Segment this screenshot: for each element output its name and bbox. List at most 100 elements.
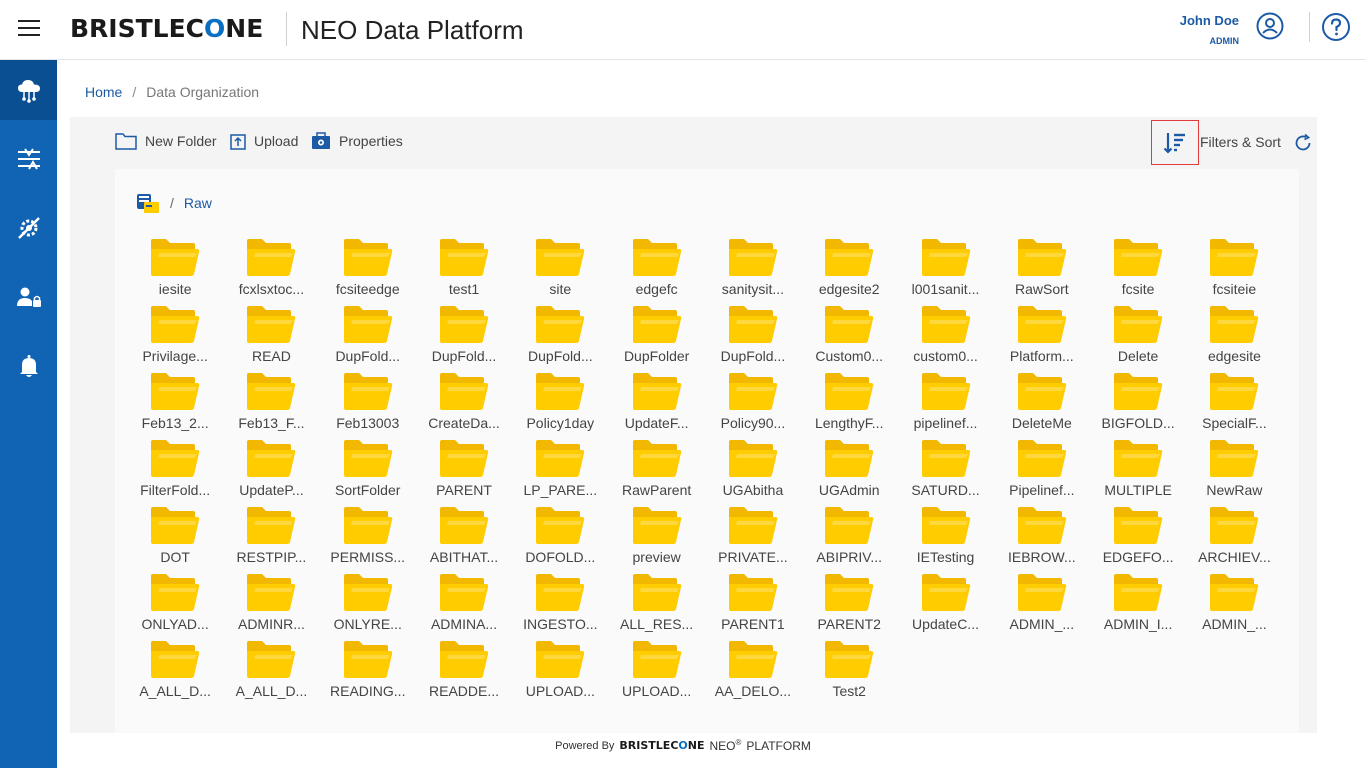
- folder-item[interactable]: l001sanit...: [897, 237, 993, 304]
- folder-item[interactable]: UpdateP...: [223, 438, 319, 505]
- sidebar-item-pipelines[interactable]: [0, 129, 57, 189]
- folder-item[interactable]: PARENT1: [705, 572, 801, 639]
- folder-item[interactable]: fcsiteie: [1186, 237, 1282, 304]
- folder-icon: [825, 440, 874, 477]
- folder-item[interactable]: ADMIN_...: [1186, 572, 1282, 639]
- folder-item[interactable]: READ: [223, 304, 319, 371]
- storage-raw-icon: [137, 194, 159, 213]
- folder-item[interactable]: PARENT2: [801, 572, 897, 639]
- folder-item[interactable]: PARENT: [416, 438, 512, 505]
- folder-item[interactable]: pipelinef...: [897, 371, 993, 438]
- user-circle-icon[interactable]: [1256, 12, 1284, 40]
- folder-item[interactable]: UpdateC...: [897, 572, 993, 639]
- folder-item[interactable]: LP_PARE...: [512, 438, 608, 505]
- folder-icon: [1017, 373, 1067, 410]
- folder-item[interactable]: SpecialF...: [1186, 371, 1282, 438]
- folder-item[interactable]: IEBROW...: [994, 505, 1090, 572]
- folder-item[interactable]: ALL_RES...: [608, 572, 704, 639]
- path-raw[interactable]: Raw: [184, 195, 212, 211]
- folder-item[interactable]: test1: [416, 237, 512, 304]
- folder-item[interactable]: ABIPRIV...: [801, 505, 897, 572]
- folder-item[interactable]: fcxlsxtoc...: [223, 237, 319, 304]
- new-folder-button[interactable]: New Folder: [115, 132, 217, 150]
- folder-item[interactable]: A_ALL_D...: [223, 639, 319, 706]
- folder-item[interactable]: DupFold...: [705, 304, 801, 371]
- folder-item[interactable]: ADMINA...: [416, 572, 512, 639]
- folder-item[interactable]: READDE...: [416, 639, 512, 706]
- folder-item[interactable]: UGAbitha: [705, 438, 801, 505]
- breadcrumb-home[interactable]: Home: [85, 84, 122, 100]
- folder-item[interactable]: edgesite: [1186, 304, 1282, 371]
- folder-item[interactable]: FilterFold...: [127, 438, 223, 505]
- folder-item[interactable]: CreateDa...: [416, 371, 512, 438]
- folder-item[interactable]: edgefc: [608, 237, 704, 304]
- folder-item[interactable]: ADMINR...: [223, 572, 319, 639]
- folder-item[interactable]: sanitysit...: [705, 237, 801, 304]
- folder-item[interactable]: edgesite2: [801, 237, 897, 304]
- properties-button[interactable]: Properties: [311, 132, 403, 150]
- folder-item[interactable]: DupFold...: [320, 304, 416, 371]
- folder-item[interactable]: A_ALL_D...: [127, 639, 223, 706]
- folder-item[interactable]: SortFolder: [320, 438, 416, 505]
- folder-item[interactable]: INGESTO...: [512, 572, 608, 639]
- folder-item[interactable]: Policy90...: [705, 371, 801, 438]
- folder-item[interactable]: DOFOLD...: [512, 505, 608, 572]
- folder-item[interactable]: ARCHIEV...: [1186, 505, 1282, 572]
- sidebar-item-notifications[interactable]: [0, 336, 57, 396]
- filters-sort-button[interactable]: Filters & Sort: [1200, 134, 1281, 150]
- folder-item[interactable]: SATURD...: [897, 438, 993, 505]
- menu-icon[interactable]: [18, 20, 42, 40]
- folder-item[interactable]: PRIVATE...: [705, 505, 801, 572]
- sidebar-item-user-admin[interactable]: [0, 267, 57, 327]
- folder-item[interactable]: DeleteMe: [994, 371, 1090, 438]
- folder-item[interactable]: UPLOAD...: [512, 639, 608, 706]
- folder-item[interactable]: site: [512, 237, 608, 304]
- folder-item[interactable]: LengthyF...: [801, 371, 897, 438]
- folder-item[interactable]: DupFold...: [416, 304, 512, 371]
- folder-item[interactable]: Feb13_F...: [223, 371, 319, 438]
- sidebar-item-data[interactable]: [0, 60, 57, 120]
- folder-item[interactable]: BIGFOLD...: [1090, 371, 1186, 438]
- upload-button[interactable]: Upload: [230, 132, 298, 150]
- folder-item[interactable]: ABITHAT...: [416, 505, 512, 572]
- folder-item[interactable]: NewRaw: [1186, 438, 1282, 505]
- folder-item[interactable]: Feb13003: [320, 371, 416, 438]
- refresh-icon[interactable]: [1293, 133, 1313, 153]
- folder-item[interactable]: READING...: [320, 639, 416, 706]
- folder-item[interactable]: iesite: [127, 237, 223, 304]
- folder-item[interactable]: AA_DELO...: [705, 639, 801, 706]
- folder-item[interactable]: Test2: [801, 639, 897, 706]
- folder-icon: [440, 239, 489, 276]
- folder-item[interactable]: Delete: [1090, 304, 1186, 371]
- folder-item[interactable]: MULTIPLE: [1090, 438, 1186, 505]
- folder-item[interactable]: PERMISS...: [320, 505, 416, 572]
- folder-item[interactable]: RawParent: [608, 438, 704, 505]
- folder-item[interactable]: ONLYRE...: [320, 572, 416, 639]
- folder-item[interactable]: ADMIN_...: [994, 572, 1090, 639]
- folder-item[interactable]: preview: [608, 505, 704, 572]
- folder-item[interactable]: UPLOAD...: [608, 639, 704, 706]
- folder-item[interactable]: Pipelinef...: [994, 438, 1090, 505]
- folder-item[interactable]: IETesting: [897, 505, 993, 572]
- folder-item[interactable]: ONLYAD...: [127, 572, 223, 639]
- folder-item[interactable]: UpdateF...: [608, 371, 704, 438]
- folder-item[interactable]: EDGEFO...: [1090, 505, 1186, 572]
- folder-item[interactable]: DupFolder: [608, 304, 704, 371]
- folder-item[interactable]: UGAdmin: [801, 438, 897, 505]
- folder-item[interactable]: DupFold...: [512, 304, 608, 371]
- folder-item[interactable]: Privilage...: [127, 304, 223, 371]
- folder-item[interactable]: Feb13_2...: [127, 371, 223, 438]
- folder-item[interactable]: Platform...: [994, 304, 1090, 371]
- folder-item[interactable]: custom0...: [897, 304, 993, 371]
- folder-item[interactable]: RawSort: [994, 237, 1090, 304]
- folder-item[interactable]: Custom0...: [801, 304, 897, 371]
- folder-item[interactable]: RESTPIP...: [223, 505, 319, 572]
- folder-item[interactable]: Policy1day: [512, 371, 608, 438]
- sort-button[interactable]: [1151, 120, 1199, 165]
- help-circle-icon[interactable]: [1321, 12, 1351, 42]
- sidebar-item-settings[interactable]: [0, 198, 57, 258]
- folder-item[interactable]: ADMIN_I...: [1090, 572, 1186, 639]
- folder-item[interactable]: fcsiteedge: [320, 237, 416, 304]
- folder-item[interactable]: fcsite: [1090, 237, 1186, 304]
- folder-item[interactable]: DOT: [127, 505, 223, 572]
